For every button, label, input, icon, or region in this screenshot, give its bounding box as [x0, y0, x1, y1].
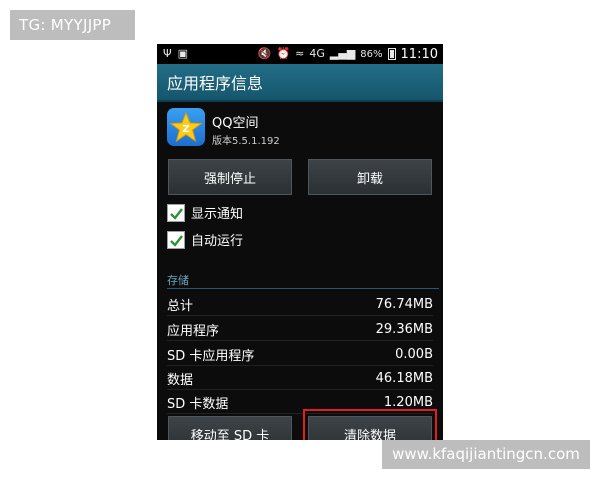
app-name: QQ空间 — [212, 116, 259, 131]
uninstall-button[interactable]: 卸载 — [308, 159, 432, 195]
clock: 11:10 — [400, 46, 438, 62]
checkbox-label: 自动运行 — [191, 234, 244, 249]
network-type-label: 4G — [309, 47, 325, 60]
qzone-star-icon: Z — [167, 108, 205, 146]
top-tag: TG: MYYJJPP — [10, 10, 135, 40]
storage-label: 总计 — [167, 298, 194, 314]
storage-value: 29.36MB — [375, 321, 433, 337]
wifi-icon: ≈ — [295, 47, 305, 60]
action-bar: 应用程序信息 — [157, 64, 443, 102]
auto-run-toggle[interactable]: 自动运行 — [167, 230, 243, 249]
storage-value: 46.18MB — [375, 370, 433, 386]
storage-value: 1.20MB — [383, 394, 433, 410]
storage-label: SD 卡数据 — [167, 396, 229, 412]
status-bar: Ψ ▣ 🔇 ⏰ ≈ 4G ▂▄▆ 86% 11:10 — [157, 44, 443, 64]
alarm-icon: ⏰ — [276, 47, 291, 60]
app-version: 版本5.5.1.192 — [212, 136, 280, 147]
checkbox-checked-icon[interactable] — [167, 230, 185, 249]
signal-icon: ▂▄▆ — [329, 47, 356, 60]
usb-icon: Ψ — [163, 47, 172, 60]
mute-icon: 🔇 — [257, 47, 272, 60]
move-to-sd-button[interactable]: 移动至 SD 卡 — [168, 416, 292, 440]
force-stop-button[interactable]: 强制停止 — [168, 159, 292, 195]
section-divider — [167, 288, 439, 289]
phone-screen: Ψ ▣ 🔇 ⏰ ≈ 4G ▂▄▆ 86% 11:10 应用程序信息 Z QQ空间… — [157, 44, 443, 440]
battery-icon — [387, 48, 396, 60]
storage-row-sd-app: SD 卡应用程序 0.00B — [167, 342, 433, 366]
svg-text:Z: Z — [182, 124, 189, 135]
checkbox-checked-icon[interactable] — [167, 203, 185, 222]
storage-value: 76.74MB — [375, 296, 433, 312]
checkbox-label: 显示通知 — [191, 207, 244, 222]
site-watermark: www.kfaqijiantingcn.com — [382, 440, 590, 469]
storage-label: SD 卡应用程序 — [167, 348, 255, 364]
storage-section-title: 存储 — [167, 274, 189, 287]
storage-value: 0.00B — [395, 346, 433, 362]
clear-data-highlight — [303, 409, 437, 440]
notification-icon: ▣ — [177, 47, 189, 60]
storage-row-app: 应用程序 29.36MB — [167, 317, 433, 341]
storage-label: 数据 — [167, 372, 194, 388]
storage-label: 应用程序 — [167, 323, 220, 339]
storage-row-data: 数据 46.18MB — [167, 366, 433, 390]
page-title: 应用程序信息 — [167, 74, 264, 93]
battery-percent: 86% — [360, 48, 383, 60]
storage-row-total: 总计 76.74MB — [167, 292, 433, 316]
show-notifications-toggle[interactable]: 显示通知 — [167, 203, 243, 222]
